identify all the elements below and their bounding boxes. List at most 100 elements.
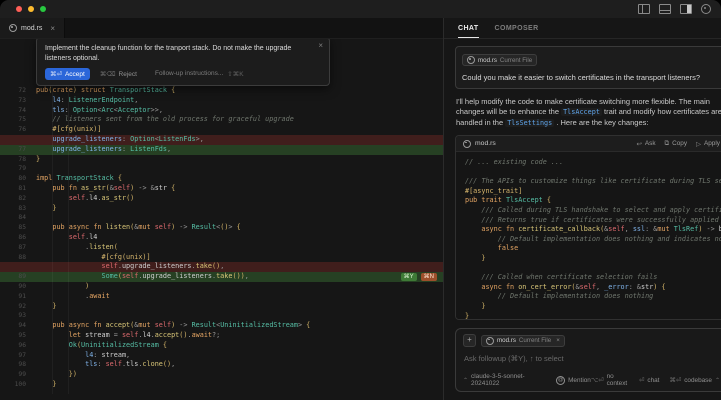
tab-close-icon[interactable]: ×: [50, 24, 55, 33]
line-text: [36, 164, 40, 174]
line-number: 97: [0, 351, 26, 361]
mention-button[interactable]: @ Mention: [556, 376, 591, 385]
chevron-up-icon: ⌃: [463, 377, 468, 384]
ask-label: Ask: [645, 140, 656, 147]
line-number: 87: [0, 243, 26, 253]
apply-button[interactable]: ▷Apply: [696, 140, 720, 148]
line-text: upgrade_listeners: Option<ListenFds>,: [36, 135, 204, 145]
reject-shortcut: ⌘⌫: [100, 70, 116, 78]
prompt-actions: ⌘⏎ Accept ⌘⌫ Reject Follow-up instructio…: [45, 68, 321, 80]
accept-button[interactable]: ⌘⏎ Accept: [45, 68, 90, 80]
line-number: 76: [0, 125, 26, 135]
chat-code-line: [465, 168, 721, 178]
code-line: 82 self.l4.as_str(): [0, 194, 443, 204]
line-text: [36, 311, 40, 321]
app-window: mod.rs × × Implement the cleanup functio…: [0, 0, 721, 400]
hint-label: chat: [647, 377, 659, 384]
line-number: 86: [0, 233, 26, 243]
code-line-removed: self.upgrade_listeners.take(),: [0, 262, 443, 272]
followup-instructions-button[interactable]: Follow-up instructions... ⇧⌘K: [155, 70, 244, 78]
code-line: 74 tls: Option<Arc<Acceptor>>,: [0, 106, 443, 116]
tab-composer[interactable]: COMPOSER: [495, 18, 539, 38]
editor-pane[interactable]: × Implement the cleanup function for the…: [0, 39, 443, 400]
inline-code: TlsAccept: [561, 108, 602, 116]
line-text: pub fn as_str(&self) -> &str {: [36, 184, 175, 194]
reject-button[interactable]: ⌘⌫ Reject: [100, 70, 137, 78]
chat-code-line: // Default implementation does nothing: [465, 292, 721, 302]
prompt-text: Implement the cleanup function for the t…: [45, 44, 321, 63]
close-window-button[interactable]: [16, 6, 22, 12]
rust-file-icon: [463, 140, 471, 148]
hint-shortcut: ⌘⏎: [669, 376, 681, 384]
add-context-button[interactable]: +: [463, 334, 476, 347]
input-footer: ⌃ claude-3-5-sonnet-20241022 @ Mention ⌥…: [463, 373, 720, 387]
minimize-window-button[interactable]: [28, 6, 34, 12]
apply-icon: ▷: [696, 140, 701, 148]
line-number: 95: [0, 331, 26, 341]
prompt-close-icon[interactable]: ×: [318, 41, 323, 50]
code-line: 88 #[cfg(unix)]: [0, 253, 443, 263]
line-number: 92: [0, 302, 26, 312]
line-number: 89: [0, 272, 26, 282]
code-line-removed: upgrade_listeners: Option<ListenFds>,: [0, 135, 443, 145]
line-text: let stream = self.l4.accept().await?;: [36, 331, 220, 341]
followup-label: Follow-up instructions...: [155, 70, 223, 78]
copy-button[interactable]: ⧉Copy: [665, 140, 688, 148]
chat-input[interactable]: Ask followup (⌘Y), ↑ to select: [464, 354, 719, 363]
indent-guide: [68, 83, 69, 394]
line-number: 75: [0, 115, 26, 125]
line-text: }: [36, 302, 56, 312]
input-file-chip[interactable]: mod.rs Current File ×: [481, 335, 565, 347]
chat-body: mod.rs Current File Could you make it ea…: [444, 39, 721, 400]
model-selector[interactable]: ⌃ claude-3-5-sonnet-20241022: [463, 373, 546, 387]
code-line: 83 }: [0, 204, 443, 214]
chat-code-line: /// Called during TLS handshake to selec…: [465, 206, 721, 216]
diff-reject-badge[interactable]: ⌘N: [421, 273, 437, 281]
toggle-right-panel-icon[interactable]: [680, 4, 692, 14]
line-number: 74: [0, 106, 26, 116]
line-number: 98: [0, 360, 26, 370]
code-line: 73 l4: ListenerEndpoint,: [0, 96, 443, 106]
rust-file-icon: [467, 56, 475, 64]
chip-file-tag: Current File: [500, 57, 532, 64]
accept-label: Accept: [65, 71, 85, 78]
user-message-card: mod.rs Current File Could you make it ea…: [455, 46, 721, 89]
code-line: 75 // listeners sent from the old proces…: [0, 115, 443, 125]
line-text: upgrade_listeners: ListenFds,: [36, 145, 171, 155]
rust-file-icon: [486, 337, 494, 345]
chat-code-line: }: [465, 312, 721, 320]
tab-mod-rs[interactable]: mod.rs ×: [0, 18, 65, 38]
settings-gear-icon[interactable]: [701, 4, 711, 14]
assistant-message: I'll help modify the code to make certif…: [456, 97, 721, 129]
line-number: 84: [0, 213, 26, 223]
line-text: self.l4: [36, 233, 97, 243]
send-hints: ⌥⏎no context ⏎chat ⌘⏎codebase⌃: [591, 373, 720, 387]
hint-codebase[interactable]: ⌘⏎codebase⌃: [669, 376, 720, 384]
chip-close-icon[interactable]: ×: [556, 337, 560, 344]
line-number: 79: [0, 164, 26, 174]
hint-chat[interactable]: ⏎chat: [639, 376, 659, 384]
toggle-bottom-panel-icon[interactable]: [659, 4, 671, 14]
chat-code-line: // Default implementation does nothing a…: [465, 235, 721, 245]
code-line: 86 self.l4: [0, 233, 443, 243]
code-line: 98 tls: self.tls.clone(),: [0, 360, 443, 370]
line-number: 88: [0, 253, 26, 263]
copy-label: Copy: [672, 140, 687, 147]
line-text: impl TransportStack {: [36, 174, 122, 184]
hint-no-context[interactable]: ⌥⏎no context: [591, 373, 629, 387]
code-line: 96 Ok(UninitializedStream {: [0, 341, 443, 351]
diff-accept-badge[interactable]: ⌘Y: [401, 273, 417, 281]
context-file-chip[interactable]: mod.rs Current File: [462, 54, 537, 66]
input-chip-tag: Current File: [519, 337, 551, 344]
code-line: 92 }: [0, 302, 443, 312]
zoom-window-button[interactable]: [40, 6, 46, 12]
ask-icon: ↩: [637, 140, 642, 148]
chat-code-line: #[async_trait]: [465, 187, 721, 197]
line-text: pub async fn listen(&mut self) -> Result…: [36, 223, 241, 233]
toggle-left-panel-icon[interactable]: [638, 4, 650, 14]
line-number: 83: [0, 204, 26, 214]
tab-chat[interactable]: CHAT: [458, 18, 479, 38]
apply-label: Apply: [704, 140, 720, 147]
ask-button[interactable]: ↩Ask: [637, 140, 656, 148]
code-line: 90 ): [0, 282, 443, 292]
